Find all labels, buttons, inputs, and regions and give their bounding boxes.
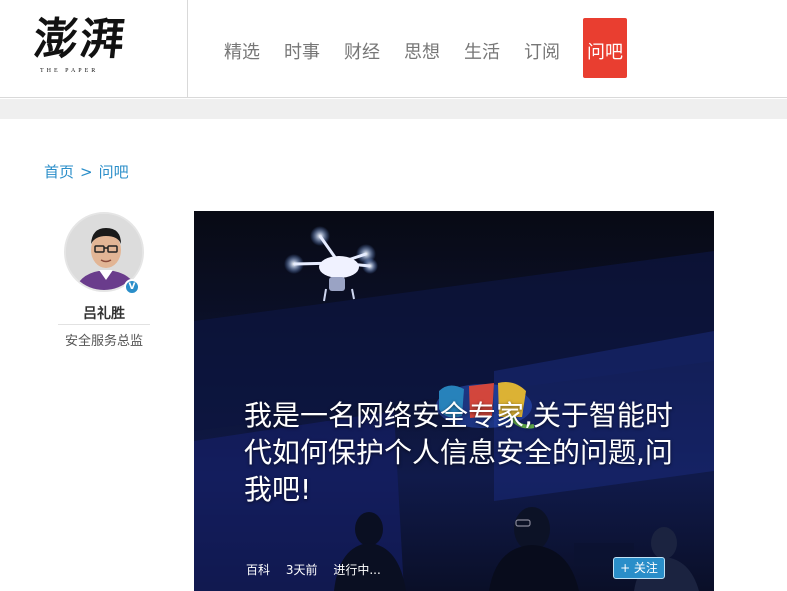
breadcrumb-current-link[interactable]: 问吧 [99, 163, 129, 181]
author-name[interactable]: 吕礼胜 [54, 303, 154, 323]
follow-button[interactable]: + 关注 [613, 557, 665, 579]
nav-item-caijing[interactable]: 财经 [340, 18, 384, 78]
logo[interactable]: 澎湃 THE PAPER [0, 0, 188, 98]
hero-time: 3天前 [285, 563, 318, 577]
hero-status: 进行中... [333, 563, 381, 577]
author-divider [58, 324, 150, 325]
nav-item-dingyue[interactable]: 订阅 [520, 18, 564, 78]
breadcrumb-home-link[interactable]: 首页 [44, 163, 74, 181]
nav-item-jingxuan[interactable]: 精选 [220, 18, 264, 78]
author-title: 安全服务总监 [64, 334, 143, 349]
nav-item-sixiang[interactable]: 思想 [400, 18, 444, 78]
hero-card[interactable]: 我是一名网络安全专家,关于智能时代如何保护个人信息安全的问题,问我吧! 百科 3… [194, 211, 714, 591]
logo-subtitle: THE PAPER [40, 68, 99, 74]
header-subbar [0, 99, 787, 119]
nav-item-shenghuo[interactable]: 生活 [460, 18, 504, 78]
hero-category[interactable]: 百科 [246, 563, 270, 577]
verified-badge-icon: V [124, 279, 140, 295]
hero-meta: 百科 3天前 进行中... [246, 561, 393, 578]
breadcrumb-separator: > [80, 163, 93, 181]
drone-illustration [284, 226, 378, 302]
site-header: 澎湃 THE PAPER 精选 时事 财经 思想 生活 订阅 问吧 [0, 0, 787, 98]
nav-item-wenba[interactable]: 问吧 [583, 18, 627, 78]
nav-item-shishi[interactable]: 时事 [280, 18, 324, 78]
breadcrumb: 首页 > 问吧 [44, 161, 129, 182]
logo-text: 澎湃 [31, 14, 129, 65]
hero-title[interactable]: 我是一名网络安全专家,关于智能时代如何保护个人信息安全的问题,问我吧! [244, 397, 684, 508]
